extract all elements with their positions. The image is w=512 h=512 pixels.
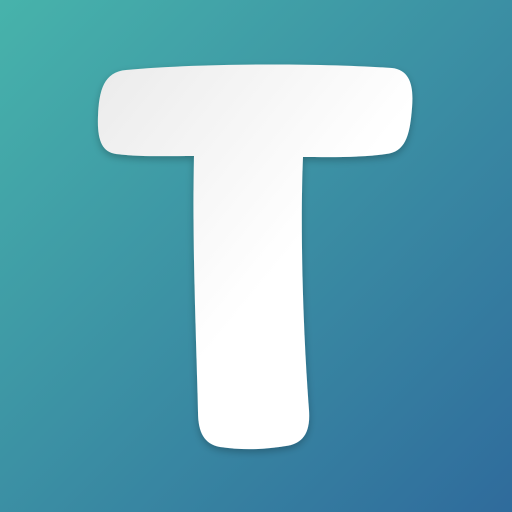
t-letter-logo-icon [0,0,512,512]
app-icon[interactable] [0,0,512,512]
